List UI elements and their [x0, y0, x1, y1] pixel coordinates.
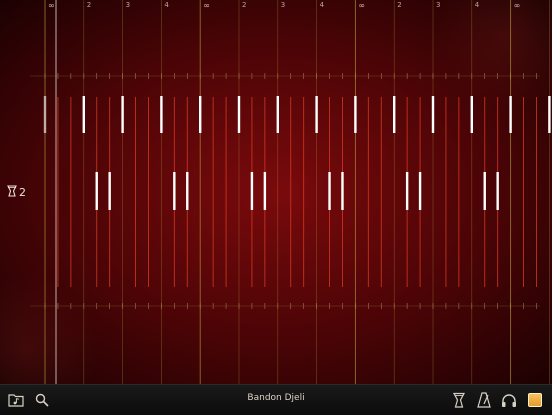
hit-row2: [496, 172, 499, 210]
hit-row2: [263, 172, 267, 210]
hit-row1: [509, 96, 512, 133]
hit-row2: [341, 172, 344, 210]
beat-label: 2: [242, 1, 247, 9]
djembe-icon[interactable]: [449, 390, 469, 410]
sequencer-canvas[interactable]: ∞ 2 3 4 ∞ 2 3 4 ∞ 2 3 4 ∞ 2: [0, 0, 552, 384]
hit-row1: [43, 96, 47, 133]
hit-row1: [548, 96, 551, 133]
hit-row2: [95, 172, 98, 210]
hit-row1: [431, 96, 435, 133]
hit-row1: [315, 96, 318, 133]
headphones-icon[interactable]: [499, 390, 519, 410]
beat-label: ∞: [358, 1, 366, 10]
beat-label: 2: [86, 1, 92, 9]
hit-row2: [418, 172, 422, 210]
metronome-icon[interactable]: [474, 390, 494, 410]
beat-label: 3: [436, 1, 441, 9]
hit-row2: [250, 172, 254, 210]
beat-label: 3: [125, 1, 131, 9]
beat-label: ∞: [203, 1, 210, 10]
hit-row2: [483, 172, 486, 210]
color-swatch[interactable]: [525, 390, 545, 410]
bottom-toolbar: Bandon Djeli: [0, 384, 552, 415]
hit-row1: [393, 96, 396, 133]
track-number: 2: [19, 185, 26, 199]
song-title[interactable]: Bandon Djeli: [0, 393, 552, 403]
hit-row1: [237, 96, 241, 133]
hit-row2: [405, 172, 409, 210]
hit-row2: [108, 172, 111, 210]
hit-row1: [276, 96, 279, 133]
track-label[interactable]: 2: [7, 184, 26, 200]
beat-label: 2: [397, 1, 402, 9]
hit-row1: [82, 96, 85, 133]
hit-row2: [173, 172, 176, 210]
hit-row1: [354, 96, 357, 133]
beat-label: 3: [280, 1, 286, 9]
hit-row1: [160, 96, 163, 133]
beat-label: ∞: [513, 1, 521, 10]
beat-label: 4: [164, 1, 169, 9]
hit-row1: [199, 96, 202, 133]
beat-label: 4: [319, 1, 325, 9]
sequencer-grid[interactable]: [0, 0, 552, 384]
beat-label: 4: [474, 1, 480, 9]
hit-row1: [121, 96, 124, 133]
hit-row2: [328, 172, 331, 210]
beat-label: ∞: [48, 1, 55, 10]
hit-row2: [186, 172, 189, 210]
hit-row1: [470, 96, 473, 133]
djembe-icon: [7, 184, 17, 200]
